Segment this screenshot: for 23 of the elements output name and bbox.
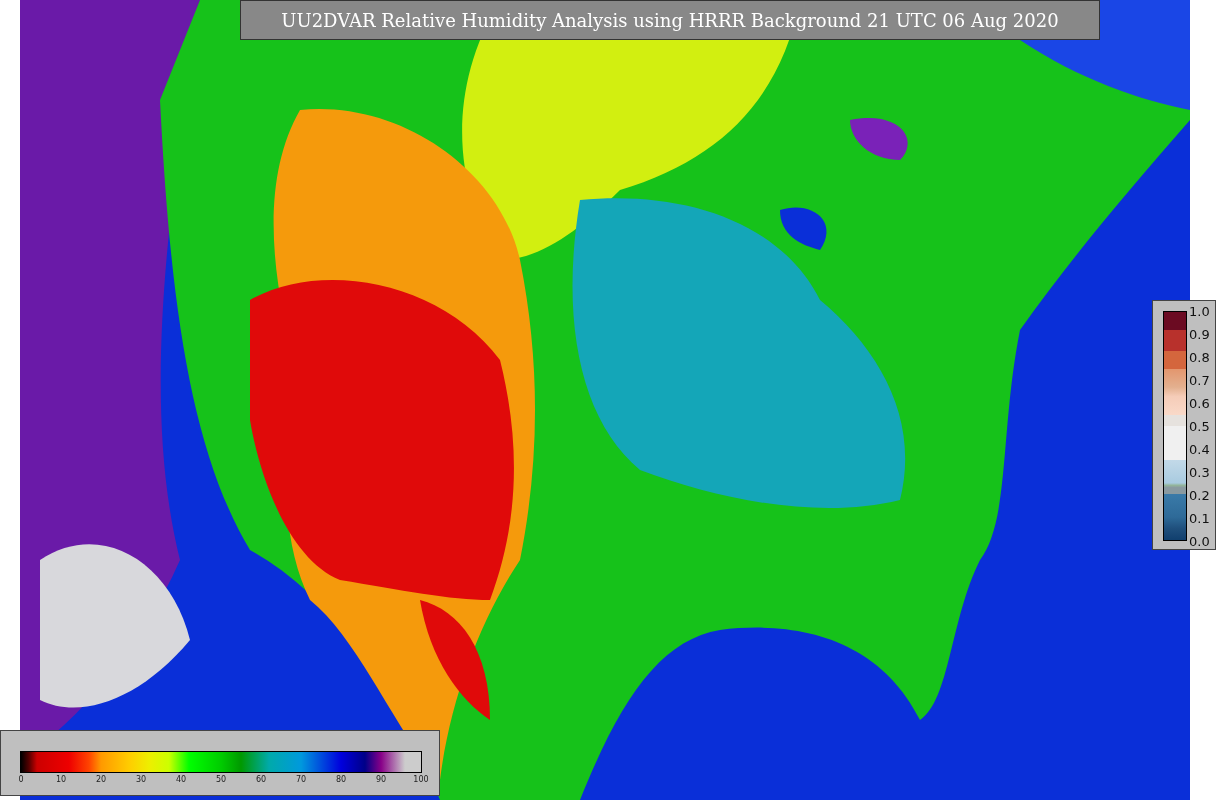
tick-label: 80 <box>335 775 347 784</box>
tick-label: 50 <box>215 775 227 784</box>
tick-label: 0.0 <box>1189 533 1210 549</box>
tick-label: 0.3 <box>1189 464 1210 480</box>
tick-label: 0.5 <box>1189 418 1210 434</box>
tick-label: 0.1 <box>1189 510 1210 526</box>
tick-label: 100 <box>413 775 429 784</box>
tick-label: 0.7 <box>1189 372 1210 388</box>
tick-label: 1.0 <box>1189 303 1210 319</box>
tick-label: 20 <box>95 775 107 784</box>
tick-label: 0.2 <box>1189 487 1210 503</box>
tick-label: 10 <box>55 775 67 784</box>
tick-label: 30 <box>135 775 147 784</box>
tick-label: 0.9 <box>1189 326 1210 342</box>
tick-label: 0.4 <box>1189 441 1210 457</box>
tick-label: 90 <box>375 775 387 784</box>
tick-label: 0 <box>18 775 24 784</box>
tick-label: 40 <box>175 775 187 784</box>
tick-label: 0.8 <box>1189 349 1210 365</box>
tick-label: 60 <box>255 775 267 784</box>
tick-label: 0.6 <box>1189 395 1210 411</box>
map-title: UU2DVAR Relative Humidity Analysis using HRRR Background 21 UTC 06 Aug 2020 <box>240 0 1100 40</box>
tick-label: 70 <box>295 775 307 784</box>
